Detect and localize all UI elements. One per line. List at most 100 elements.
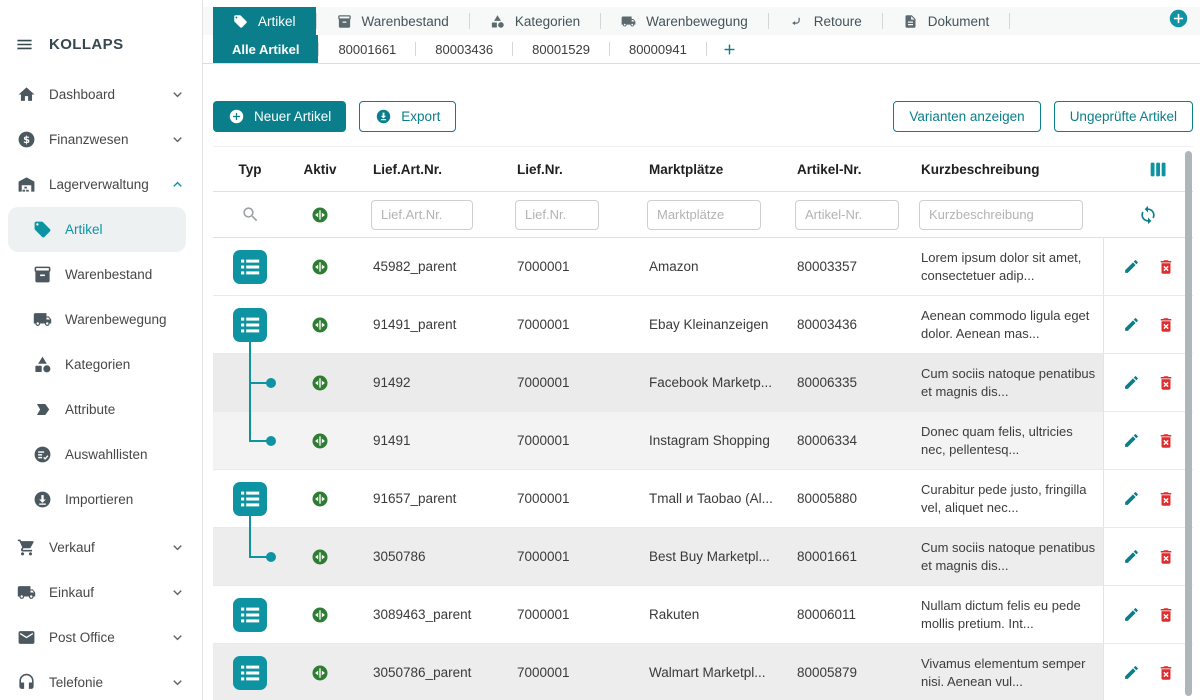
category-icon (31, 355, 53, 374)
active-state-icon (311, 664, 329, 682)
row-actions (1103, 412, 1193, 469)
tree-line (249, 411, 251, 441)
subtab-80001661[interactable]: 80001661 (319, 35, 415, 63)
document-icon (903, 14, 918, 29)
delete-button[interactable] (1157, 316, 1175, 334)
edit-button[interactable] (1123, 316, 1140, 333)
sidebar-item-warenbestand[interactable]: Warenbestand (0, 252, 202, 297)
article-type-icon[interactable] (233, 482, 267, 516)
add-article-tab-button[interactable] (707, 35, 752, 63)
filter-input-lief-art-nr-[interactable] (371, 200, 473, 230)
finance-icon: $ (15, 130, 37, 149)
new-article-button[interactable]: Neuer Artikel (213, 101, 346, 132)
sidebar-item-lagerverwaltung[interactable]: Lagerverwaltung (0, 162, 202, 207)
add-module-button[interactable] (1168, 8, 1189, 34)
sidebar-item-label: Kategorien (65, 357, 130, 372)
edit-button[interactable] (1123, 606, 1140, 623)
delete-button[interactable] (1157, 374, 1175, 392)
article-type-icon[interactable] (233, 656, 267, 690)
sidebar-item-artikel[interactable]: Artikel (8, 207, 186, 252)
edit-button[interactable] (1123, 664, 1140, 681)
typ-cell (213, 296, 287, 353)
tab-dokument[interactable]: Dokument (883, 7, 1010, 35)
filter-input-lief-nr-[interactable] (515, 200, 599, 230)
add-circle-icon (228, 108, 245, 125)
artikel-nr-cell: 80005879 (777, 644, 901, 700)
delete-button[interactable] (1157, 258, 1175, 276)
subtab-80001529[interactable]: 80001529 (513, 35, 609, 63)
active-state-icon (311, 548, 329, 566)
sidebar-item-importieren[interactable]: Importieren (0, 477, 202, 522)
lief-nr-cell: 7000001 (497, 586, 629, 643)
edit-button[interactable] (1123, 258, 1140, 275)
unchecked-articles-button[interactable]: Ungeprüfte Artikel (1054, 101, 1193, 132)
plus-circle-icon (1168, 8, 1189, 29)
tab-warenbestand[interactable]: Warenbestand (317, 7, 469, 35)
edit-button[interactable] (1123, 548, 1140, 565)
filter-cell-kurzbeschreibung (901, 200, 1103, 230)
sidebar-item-warenbewegung[interactable]: Warenbewegung (0, 297, 202, 342)
sidebar-item-label: Verkauf (49, 540, 95, 555)
delete-button[interactable] (1157, 432, 1175, 450)
sidebar-item-post-office[interactable]: Post Office (0, 615, 202, 660)
edit-pencil-icon (1123, 490, 1140, 507)
active-state-icon (311, 374, 329, 392)
table-body: 45982_parent7000001Amazon80003357Lorem i… (213, 238, 1193, 700)
sidebar-item-einkauf[interactable]: Einkauf (0, 570, 202, 615)
export-button[interactable]: Export (359, 101, 456, 132)
article-type-icon[interactable] (233, 250, 267, 284)
artikel-nr-cell: 80003357 (777, 238, 901, 295)
sidebar-item-finanzwesen[interactable]: $Finanzwesen (0, 117, 202, 162)
aktiv-filter-toggle[interactable] (287, 206, 353, 224)
lief-nr-cell: 7000001 (497, 354, 629, 411)
lief-art-nr-cell: 3050786_parent (353, 644, 497, 700)
chevron-down-icon (169, 131, 186, 148)
marktplatz-cell: Ebay Kleinanzeigen (629, 296, 777, 353)
scrollbar[interactable] (1185, 151, 1192, 696)
svg-text:$: $ (23, 135, 30, 146)
sidebar-item-attribute[interactable]: Attribute (0, 387, 202, 432)
delete-button[interactable] (1157, 664, 1175, 682)
column-header-lief-nr-: Lief.Nr. (497, 162, 629, 177)
typ-filter-cell (213, 205, 287, 224)
filter-input-artikel-nr-[interactable] (795, 200, 899, 230)
edit-button[interactable] (1123, 432, 1140, 449)
sidebar-item-telefonie[interactable]: Telefonie (0, 660, 202, 700)
active-state-icon (311, 206, 329, 224)
sidebar-item-kategorien[interactable]: Kategorien (0, 342, 202, 387)
subtab-alle-artikel[interactable]: Alle Artikel (213, 35, 318, 63)
subtab-80000941[interactable]: 80000941 (610, 35, 706, 63)
tab-retoure[interactable]: Retoure (769, 7, 882, 35)
menu-icon[interactable] (15, 35, 34, 54)
filter-input-marktpl-tze[interactable] (647, 200, 761, 230)
subtab-80003436[interactable]: 80003436 (416, 35, 512, 63)
delete-button[interactable] (1157, 548, 1175, 566)
tab-warenbewegung[interactable]: Warenbewegung (601, 7, 768, 35)
show-variants-button[interactable]: Varianten anzeigen (893, 101, 1040, 132)
tab-artikel[interactable]: Artikel (213, 7, 316, 35)
tab-label: Kategorien (515, 14, 580, 29)
article-type-icon[interactable] (233, 598, 267, 632)
table-row: 91657_parent7000001Tmall и Taobao (Al...… (213, 470, 1193, 528)
article-type-icon[interactable] (233, 308, 267, 342)
typ-cell (213, 470, 287, 527)
edit-button[interactable] (1123, 490, 1140, 507)
artikel-nr-cell: 80001661 (777, 528, 901, 585)
kurzbeschreibung-cell: Lorem ipsum dolor sit amet, consectetuer… (901, 238, 1103, 295)
truck-icon (15, 583, 37, 602)
edit-button[interactable] (1123, 374, 1140, 391)
row-actions (1103, 296, 1193, 353)
export-label: Export (401, 109, 440, 124)
inventory-icon (31, 265, 53, 284)
sidebar-item-label: Lagerverwaltung (49, 177, 149, 192)
refresh-button[interactable] (1103, 205, 1193, 225)
column-settings-button[interactable] (1103, 158, 1193, 180)
filter-input-kurzbeschreibung[interactable] (919, 200, 1083, 230)
sidebar-item-dashboard[interactable]: Dashboard (0, 72, 202, 117)
tab-kategorien[interactable]: Kategorien (470, 7, 600, 35)
sidebar-item-auswahllisten[interactable]: Auswahllisten (0, 432, 202, 477)
sidebar-item-label: Telefonie (49, 675, 103, 690)
delete-button[interactable] (1157, 490, 1175, 508)
delete-button[interactable] (1157, 606, 1175, 624)
sidebar-item-verkauf[interactable]: Verkauf (0, 525, 202, 570)
